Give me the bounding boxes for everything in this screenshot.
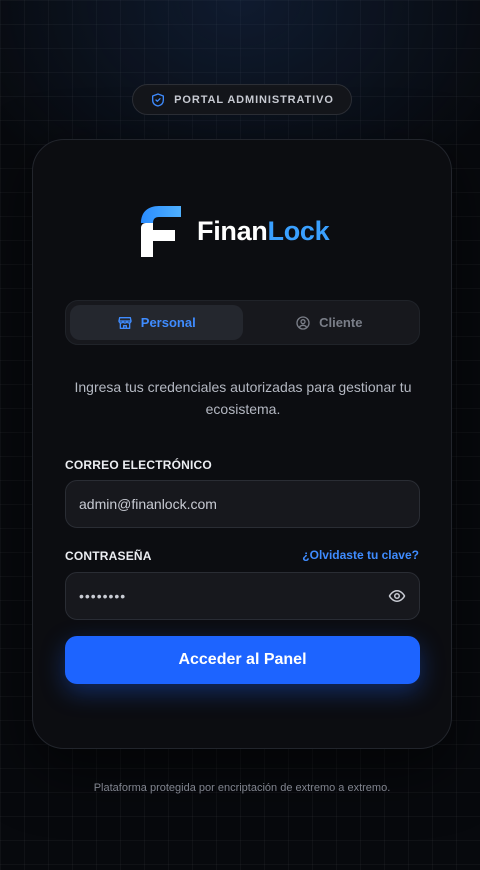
password-value: ••••••••: [79, 588, 127, 604]
store-icon: [117, 315, 133, 331]
f-logo-icon: [141, 204, 183, 258]
tab-cliente[interactable]: Cliente: [243, 305, 416, 340]
tab-personal-label: Personal: [140, 315, 196, 330]
eye-icon[interactable]: [388, 587, 406, 605]
brand-logo: FinanLock: [141, 204, 330, 258]
tab-personal[interactable]: Personal: [70, 305, 243, 340]
login-description: Ingresa tus credenciales autorizadas par…: [74, 379, 412, 417]
email-label: CORREO ELECTRÓNICO: [65, 458, 212, 472]
password-field[interactable]: ••••••••: [65, 572, 420, 620]
forgot-password-link[interactable]: ¿Olvidaste tu clave?: [302, 548, 419, 562]
submit-button[interactable]: Acceder al Panel: [65, 636, 420, 684]
brand-name-primary: Finan: [197, 215, 268, 246]
shield-check-icon: [150, 92, 166, 108]
password-label: CONTRASEÑA: [65, 549, 152, 563]
tab-cliente-label: Cliente: [319, 315, 363, 330]
account-type-tabs: Personal Cliente: [65, 300, 420, 345]
brand-name-accent: Lock: [267, 215, 330, 246]
user-circle-icon: [295, 315, 311, 331]
login-card: FinanLock Personal Cliente Ingresa tus c…: [32, 139, 452, 749]
portal-badge: PORTAL ADMINISTRATIVO: [132, 84, 352, 115]
email-value: admin@finanlock.com: [79, 496, 217, 512]
footer-text: Plataforma protegida por encriptación de…: [93, 782, 391, 794]
portal-badge-label: PORTAL ADMINISTRATIVO: [174, 93, 334, 106]
brand-name: FinanLock: [197, 215, 330, 247]
email-field[interactable]: admin@finanlock.com: [65, 480, 420, 528]
